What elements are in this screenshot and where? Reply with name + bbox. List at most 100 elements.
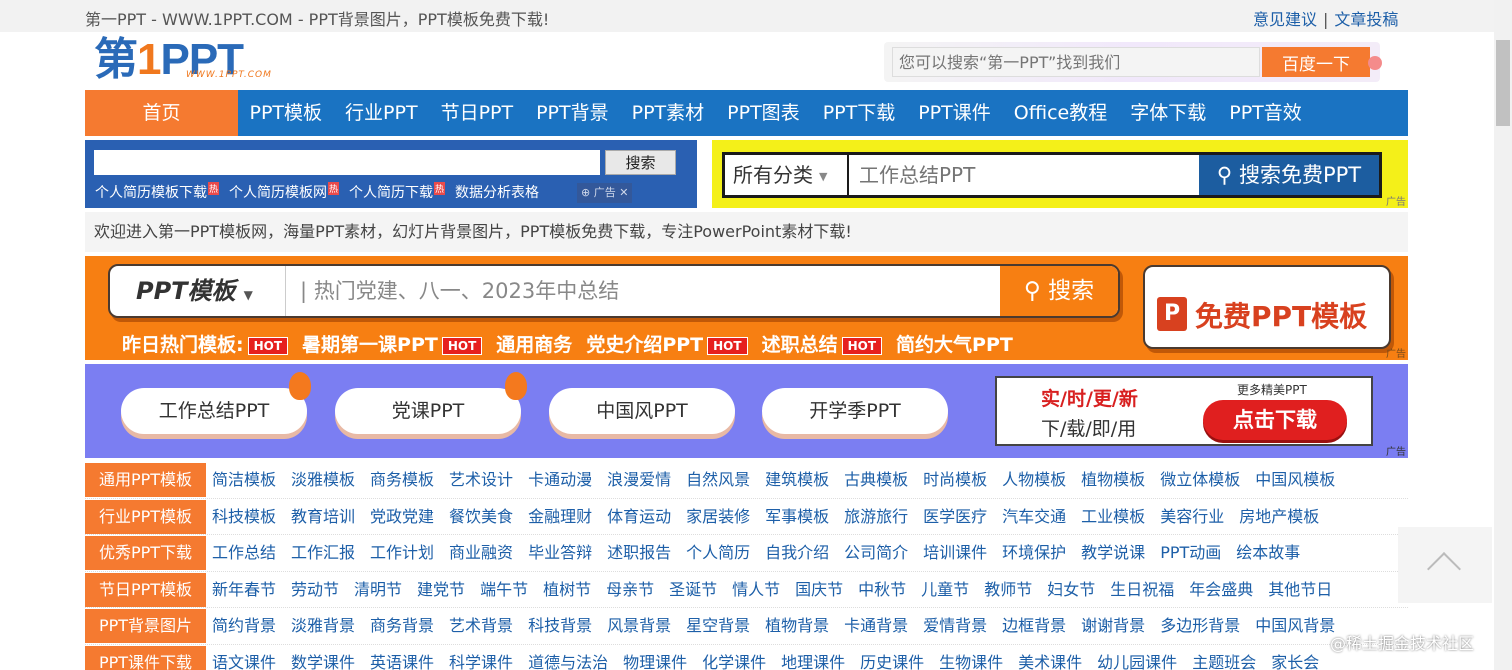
category-link[interactable]: 绘本故事 [1236, 535, 1300, 571]
category-link[interactable]: 建党节 [417, 572, 465, 608]
nav-item[interactable]: PPT图表 [716, 90, 812, 136]
category-link[interactable]: 浪漫爱情 [607, 462, 671, 498]
category-link[interactable]: 公司简介 [844, 535, 908, 571]
nav-item[interactable]: PPT模板 [238, 90, 334, 136]
submit-article-link[interactable]: 文章投稿 [1334, 10, 1398, 29]
category-link[interactable]: 述职报告 [607, 535, 671, 571]
nav-item-home[interactable]: 首页 [85, 90, 238, 136]
hot-item[interactable]: 通用商务 [496, 330, 572, 357]
category-link[interactable]: 科学课件 [449, 645, 513, 670]
download-promo[interactable]: 实/时/更/新 下/载/即/用 更多精美PPT 点击下载 [995, 376, 1373, 446]
category-link[interactable]: 爱情背景 [923, 608, 987, 644]
category-link[interactable]: 工作总结 [212, 535, 276, 571]
nav-item[interactable]: PPT背景 [525, 90, 621, 136]
category-link[interactable]: 简洁模板 [212, 462, 276, 498]
category-link[interactable]: 简约背景 [212, 608, 276, 644]
category-link[interactable]: 医学医疗 [923, 499, 987, 535]
hot-item[interactable]: 简约大气PPT [896, 330, 1013, 357]
category-link[interactable]: 美术课件 [1018, 645, 1082, 670]
category-link[interactable]: 商业融资 [449, 535, 513, 571]
nav-item[interactable]: 字体下载 [1119, 90, 1218, 136]
category-link[interactable]: 工业模板 [1081, 499, 1145, 535]
category-link[interactable]: 淡雅模板 [291, 462, 355, 498]
category-link[interactable]: 自然风景 [686, 462, 750, 498]
scrollbar-thumb[interactable] [1496, 40, 1510, 126]
category-link[interactable]: 金融理财 [528, 499, 592, 535]
nav-item[interactable]: 行业PPT [334, 90, 430, 136]
category-link[interactable]: 新年春节 [212, 572, 276, 608]
category-row-head[interactable]: PPT背景图片 [85, 609, 206, 643]
yellow-search-input[interactable] [853, 159, 1193, 191]
category-link[interactable]: 植物背景 [765, 608, 829, 644]
category-link[interactable]: 清明节 [354, 572, 402, 608]
category-link[interactable]: 边框背景 [1002, 608, 1066, 644]
nav-item[interactable]: PPT素材 [620, 90, 716, 136]
category-link[interactable]: 卡通动漫 [528, 462, 592, 498]
category-link[interactable]: 工作汇报 [291, 535, 355, 571]
nav-item[interactable]: PPT下载 [811, 90, 907, 136]
feedback-link[interactable]: 意见建议 [1253, 10, 1317, 29]
category-row-head[interactable]: PPT课件下载 [85, 645, 206, 670]
site-search-input[interactable] [94, 150, 600, 175]
category-link[interactable]: 科技背景 [528, 608, 592, 644]
category-link[interactable]: 教育培训 [291, 499, 355, 535]
category-link[interactable]: 风景背景 [607, 608, 671, 644]
category-link[interactable]: 教学说课 [1081, 535, 1145, 571]
category-link[interactable]: 化学课件 [702, 645, 766, 670]
back-to-top-button[interactable] [1398, 527, 1492, 603]
category-link[interactable]: 其他节日 [1268, 572, 1332, 608]
category-link[interactable]: 多边形背景 [1160, 608, 1240, 644]
category-link[interactable]: 淡雅背景 [291, 608, 355, 644]
category-link[interactable]: 商务背景 [370, 608, 434, 644]
category-link[interactable]: 植树节 [543, 572, 591, 608]
category-link[interactable]: 历史课件 [860, 645, 924, 670]
category-link[interactable]: 生日祝福 [1110, 572, 1174, 608]
category-link[interactable]: 圣诞节 [669, 572, 717, 608]
category-link[interactable]: 建筑模板 [765, 462, 829, 498]
category-link[interactable]: 中国风背景 [1255, 608, 1335, 644]
baidu-search-button[interactable]: 百度一下 [1262, 47, 1370, 77]
promo-pill[interactable]: 开学季PPT [762, 388, 948, 434]
promo-pill[interactable]: 工作总结PPT [121, 388, 307, 434]
category-link[interactable]: 幼儿园课件 [1097, 645, 1177, 670]
category-link[interactable]: 家居装修 [686, 499, 750, 535]
category-link[interactable]: 商务模板 [370, 462, 434, 498]
category-link[interactable]: 人物模板 [1002, 462, 1066, 498]
category-link[interactable]: 毕业答辩 [528, 535, 592, 571]
category-link[interactable]: 旅游旅行 [844, 499, 908, 535]
category-link[interactable]: 古典模板 [844, 462, 908, 498]
click-download-button[interactable]: 点击下载 [1203, 400, 1347, 440]
category-link[interactable]: 生物课件 [939, 645, 1003, 670]
category-link[interactable]: 星空背景 [686, 608, 750, 644]
site-search-button[interactable]: 搜索 [605, 150, 676, 175]
category-link[interactable]: 中国风模板 [1255, 462, 1335, 498]
category-link[interactable]: 数学课件 [291, 645, 355, 670]
search-free-ppt-button[interactable]: ⚲ 搜索免费PPT [1199, 155, 1379, 195]
category-link[interactable]: 房地产模板 [1239, 499, 1319, 535]
category-link[interactable]: 艺术背景 [449, 608, 513, 644]
category-link[interactable]: 卡通背景 [844, 608, 908, 644]
category-link[interactable]: 年会盛典 [1189, 572, 1253, 608]
template-category-select[interactable]: PPT模板 ▼ [110, 266, 286, 316]
category-link[interactable]: 儿童节 [921, 572, 969, 608]
category-link[interactable]: 科技模板 [212, 499, 276, 535]
category-link[interactable]: 微立体模板 [1160, 462, 1240, 498]
template-search-button[interactable]: ⚲ 搜索 [1000, 266, 1118, 316]
category-row-head[interactable]: 优秀PPT下载 [85, 536, 206, 570]
category-link[interactable]: 家长会 [1271, 645, 1319, 670]
category-link[interactable]: 个人简历 [686, 535, 750, 571]
category-link[interactable]: 党政党建 [370, 499, 434, 535]
category-link[interactable]: 情人节 [732, 572, 780, 608]
hot-item[interactable]: 党史介绍PPT HOT [586, 330, 748, 357]
suggest-link[interactable]: 个人简历模板网热 [229, 182, 340, 202]
category-link[interactable]: 培训课件 [923, 535, 987, 571]
category-link[interactable]: 道德与法治 [528, 645, 608, 670]
category-link[interactable]: 主题班会 [1192, 645, 1256, 670]
category-link[interactable]: 语文课件 [212, 645, 276, 670]
hot-item[interactable]: 暑期第一课PPT HOT [302, 330, 483, 357]
site-logo[interactable]: 第1PPT WWW.1PPT.COM [94, 38, 294, 84]
category-link[interactable]: 军事模板 [765, 499, 829, 535]
ad-label[interactable]: ⊕ 广告 ✕ [577, 183, 633, 203]
category-link[interactable]: PPT动画 [1160, 535, 1221, 571]
category-link[interactable]: 艺术设计 [449, 462, 513, 498]
